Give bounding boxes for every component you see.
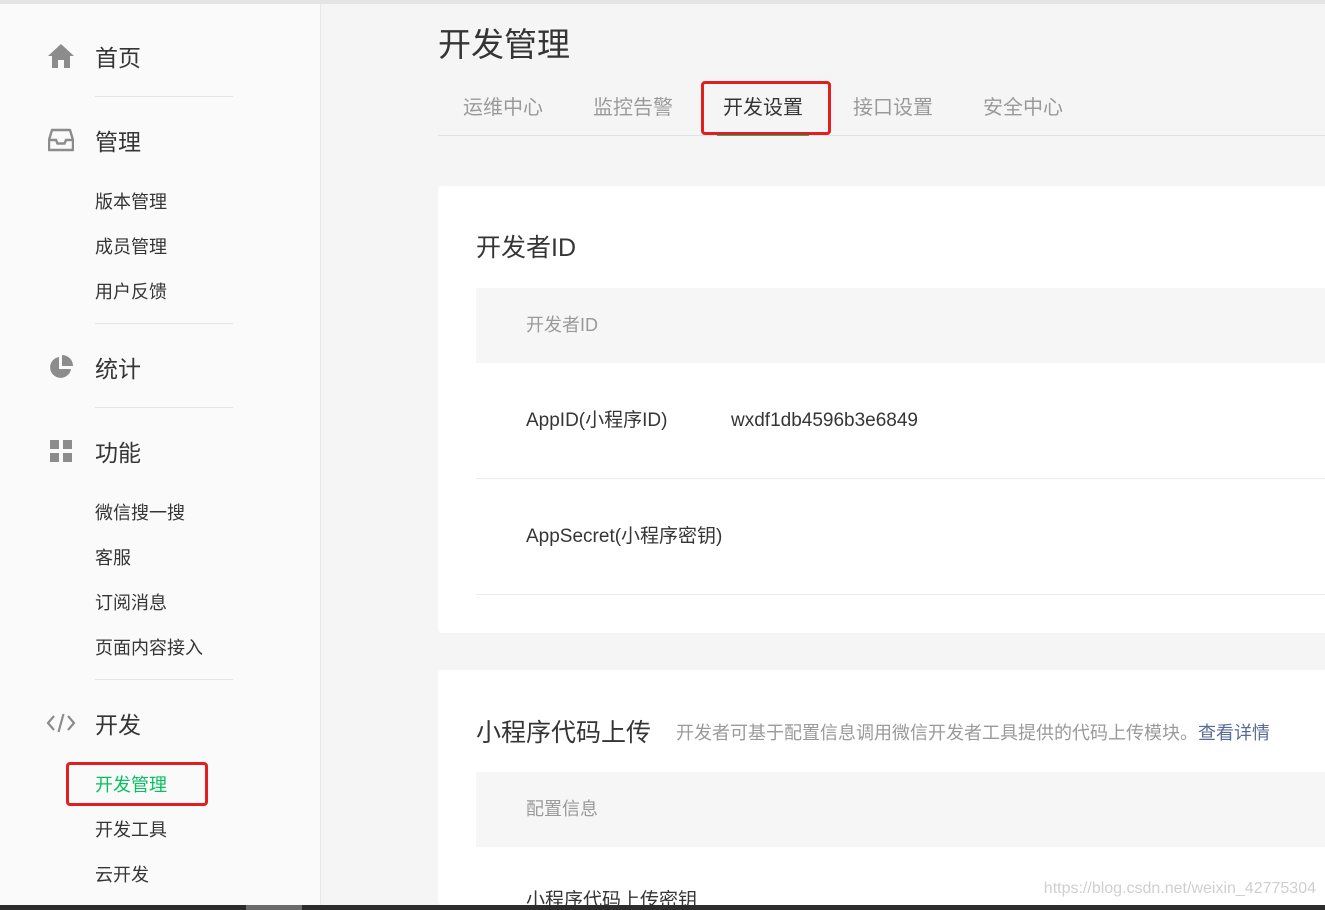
tab-ops-center[interactable]: 运维中心 bbox=[463, 90, 543, 135]
table-header: 配置信息 bbox=[476, 772, 1325, 847]
table-header: 开发者ID bbox=[476, 288, 1325, 363]
sidebar-item-subscribe-message[interactable]: 订阅消息 bbox=[95, 591, 167, 615]
sidebar-divider bbox=[95, 679, 233, 680]
sidebar-divider bbox=[95, 323, 233, 324]
sidebar-item-member-manage[interactable]: 成员管理 bbox=[95, 235, 167, 259]
sidebar-item-label: 统计 bbox=[95, 356, 141, 382]
card-title: 开发者ID bbox=[476, 234, 577, 262]
sidebar-divider bbox=[95, 96, 233, 97]
card-title: 小程序代码上传 bbox=[476, 719, 652, 747]
table-row: AppID(小程序ID) wxdf1db4596b3e6849 bbox=[476, 363, 1325, 479]
sidebar-item-develop[interactable]: 开发 bbox=[46, 707, 141, 739]
sidebar-item-home[interactable]: 首页 bbox=[46, 40, 141, 72]
horizontal-scrollbar[interactable] bbox=[0, 905, 1325, 910]
sidebar-item-version-manage[interactable]: 版本管理 bbox=[95, 190, 167, 214]
watermark: https://blog.csdn.net/weixin_42775304 bbox=[1043, 880, 1316, 897]
table-row: AppSecret(小程序密钥) bbox=[476, 479, 1325, 595]
grid-icon bbox=[46, 436, 76, 466]
sidebar-item-dev-tools[interactable]: 开发工具 bbox=[95, 818, 167, 842]
table-header-label: 开发者ID bbox=[526, 315, 598, 335]
highlight-box-tab bbox=[701, 81, 831, 135]
sidebar-item-customer-service[interactable]: 客服 bbox=[95, 546, 131, 570]
appid-value: wxdf1db4596b3e6849 bbox=[731, 410, 919, 431]
pie-chart-icon bbox=[46, 352, 76, 382]
sidebar-item-statistics[interactable]: 统计 bbox=[46, 351, 141, 383]
sidebar-item-label: 功能 bbox=[95, 440, 141, 466]
upload-key-label: 小程序代码上传密钥 bbox=[526, 890, 698, 905]
main-content: 开发管理 运维中心 监控告警 开发设置 接口设置 安全中心 开发者ID 开发者I… bbox=[321, 4, 1325, 905]
sidebar-divider bbox=[95, 407, 233, 408]
sidebar-item-page-content-access[interactable]: 页面内容接入 bbox=[95, 636, 203, 660]
highlight-box-sidebar bbox=[66, 762, 208, 806]
sidebar-item-label: 首页 bbox=[95, 45, 141, 71]
tab-bar: 运维中心 监控告警 开发设置 接口设置 安全中心 bbox=[438, 90, 1325, 136]
developer-id-card: 开发者ID 开发者ID AppID(小程序ID) wxdf1db4596b3e6… bbox=[438, 186, 1325, 633]
page-title: 开发管理 bbox=[438, 26, 570, 63]
tab-monitor-alert[interactable]: 监控告警 bbox=[593, 90, 673, 135]
sidebar-item-cloud-dev[interactable]: 云开发 bbox=[95, 863, 149, 887]
sidebar-item-features[interactable]: 功能 bbox=[46, 435, 141, 467]
description-text: 开发者可基于配置信息调用微信开发者工具提供的代码上传模块。 bbox=[676, 723, 1198, 743]
sidebar-item-label: 管理 bbox=[95, 129, 141, 155]
code-upload-card: 小程序代码上传 开发者可基于配置信息调用微信开发者工具提供的代码上传模块。查看详… bbox=[438, 670, 1325, 905]
sidebar-item-manage[interactable]: 管理 bbox=[46, 124, 141, 156]
sidebar: 首页 管理 版本管理 成员管理 用户反馈 统计 功能 微信搜一搜 客服 订阅消息… bbox=[0, 4, 321, 905]
appid-label: AppID(小程序ID) bbox=[526, 410, 668, 431]
sidebar-item-label: 开发 bbox=[95, 712, 141, 738]
sidebar-item-user-feedback[interactable]: 用户反馈 bbox=[95, 280, 167, 304]
sidebar-item-wechat-search[interactable]: 微信搜一搜 bbox=[95, 501, 185, 525]
code-icon bbox=[46, 708, 76, 738]
tab-security-center[interactable]: 安全中心 bbox=[983, 90, 1063, 135]
appsecret-label: AppSecret(小程序密钥) bbox=[526, 526, 723, 547]
tab-api-settings[interactable]: 接口设置 bbox=[853, 90, 933, 135]
inbox-icon bbox=[46, 125, 76, 155]
card-description: 开发者可基于配置信息调用微信开发者工具提供的代码上传模块。查看详情 bbox=[676, 719, 1270, 745]
table-header-label: 配置信息 bbox=[526, 799, 598, 819]
scrollbar-thumb[interactable] bbox=[246, 905, 302, 910]
view-details-link[interactable]: 查看详情 bbox=[1198, 723, 1270, 743]
home-icon bbox=[46, 41, 76, 71]
